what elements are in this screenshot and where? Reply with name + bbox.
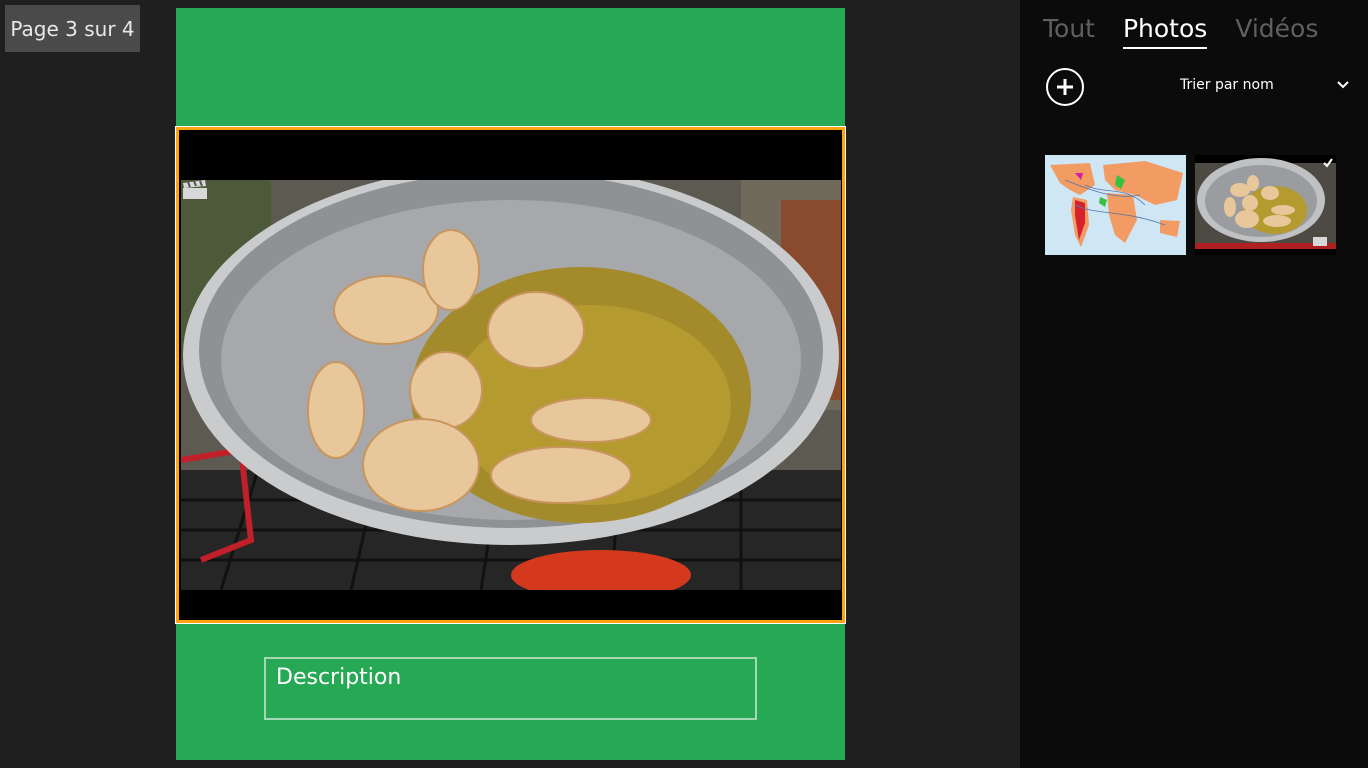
tab-all[interactable]: Tout — [1043, 14, 1095, 49]
thumbnail-world-map[interactable] — [1045, 155, 1186, 255]
tab-videos[interactable]: Vidéos — [1235, 14, 1318, 49]
description-field[interactable]: Description — [264, 657, 757, 720]
chicken-video-image — [1195, 155, 1336, 255]
thumbnail-chicken-video[interactable] — [1195, 155, 1336, 255]
plus-icon — [1057, 79, 1073, 95]
selected-video-frame[interactable] — [175, 126, 846, 624]
world-map-image — [1045, 155, 1186, 255]
media-tabs: Tout Photos Vidéos — [1043, 14, 1318, 49]
video-clapper-icon — [183, 180, 207, 199]
chevron-down-icon — [1337, 81, 1349, 89]
page-indicator: Page 3 sur 4 — [5, 5, 140, 52]
add-media-button[interactable] — [1046, 68, 1084, 106]
sort-label: Trier par nom — [1180, 77, 1274, 93]
media-panel: Tout Photos Vidéos Trier par nom — [1020, 0, 1368, 768]
sort-dropdown[interactable]: Trier par nom — [1180, 74, 1350, 96]
tab-photos[interactable]: Photos — [1122, 14, 1208, 49]
selected-check-icon — [1323, 158, 1333, 168]
video-still — [181, 180, 841, 590]
